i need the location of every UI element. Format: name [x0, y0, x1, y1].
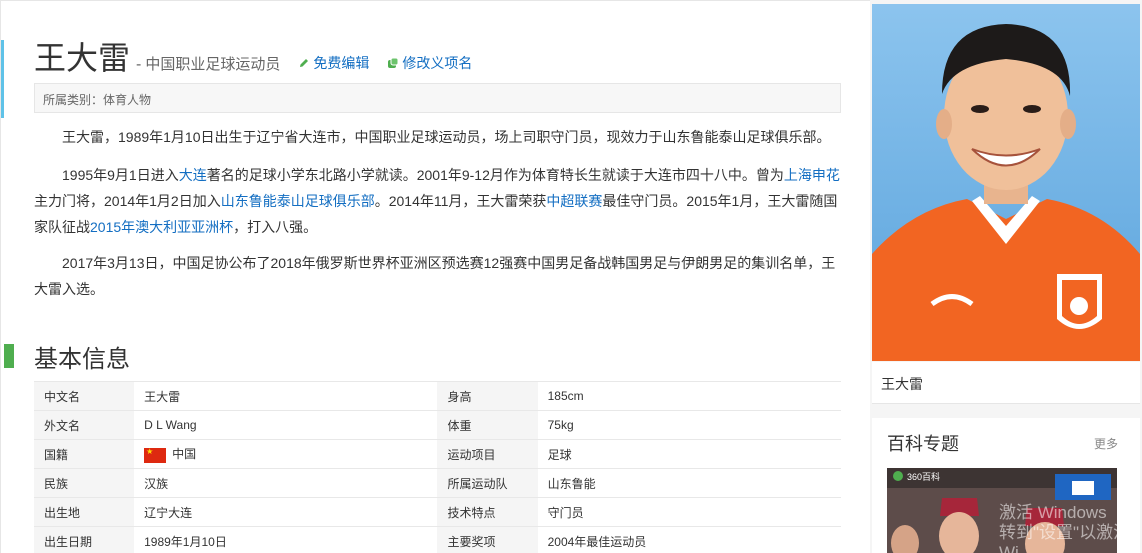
info-row: 国籍 中国 运动项目 足球 [34, 439, 841, 469]
topic-badge: 360百科 [907, 472, 941, 482]
info-key-text: 国籍 [44, 447, 69, 462]
rename-icon [388, 57, 399, 68]
main-content: 王大雷 - 中国职业足球运动员 免费编辑 修改义项名 所属类别：体育人物 王大雷… [0, 0, 870, 553]
watermark-line-2: 转到"设置"以激活 Wi [999, 523, 1131, 553]
info-value-text: 辽宁大连 [144, 505, 193, 520]
info-value-text: 山东鲁能 [547, 476, 596, 491]
basic-info-table: 中文名 王大雷 身高 185cm 外文名 D L Wang 体重 75kg 国籍 中国 运动项目 足球… [34, 381, 841, 553]
photo-caption: 王大雷 [872, 362, 1140, 404]
info-key-text: 出生地 [44, 505, 81, 520]
info-value-text: 汉族 [144, 476, 169, 491]
sidebar: 王大雷 百科专题 更多 360百科 [870, 0, 1142, 553]
page-title: 王大雷 [34, 39, 131, 77]
section-marker [4, 344, 14, 368]
info-value: 王大雷 [134, 381, 438, 411]
info-value-text: 1989年1月10日 [144, 534, 227, 549]
china-flag-icon [144, 447, 167, 463]
info-key-text: 体重 [447, 418, 472, 433]
info-key-text: 主要奖项 [447, 534, 496, 549]
p2-text-6: ，打入八强。 [233, 219, 318, 235]
windows-activation-watermark: 激活 Windows 转到"设置"以激活 Wi [999, 503, 1142, 553]
info-key-text: 所属运动队 [447, 476, 508, 491]
category-box: 所属类别：体育人物 [34, 83, 841, 113]
p2-text-2: 著名的足球小学东北路小学就读。2001年9-12月作为体育特长生就读于大连市四十… [206, 167, 784, 183]
info-row: 民族 汉族 所属运动队 山东鲁能 [34, 468, 841, 498]
title-dash: - [136, 56, 142, 73]
edit-link[interactable]: 免费编辑 [298, 53, 369, 73]
info-value: 75kg [537, 410, 841, 440]
player-photo[interactable] [872, 4, 1140, 361]
link-shanghai-shenhua[interactable]: 上海申花 [784, 167, 840, 183]
info-key-text: 身高 [447, 389, 472, 404]
info-value: 中国 [134, 439, 438, 469]
info-key: 技术特点 [437, 497, 538, 527]
rename-link[interactable]: 修改义项名 [387, 53, 472, 73]
topic-title: 百科专题 [887, 434, 959, 454]
player-photo-image [872, 4, 1140, 361]
info-value-text: 足球 [547, 447, 572, 462]
info-key: 出生地 [34, 497, 135, 527]
edit-label: 免费编辑 [313, 55, 370, 71]
info-row: 出生日期 1989年1月10日 主要奖项 2004年最佳运动员 [34, 526, 841, 553]
info-value: 山东鲁能 [537, 468, 841, 498]
title-row: 王大雷 - 中国职业足球运动员 免费编辑 修改义项名 [34, 33, 472, 79]
info-key: 外文名 [34, 410, 135, 440]
info-value: 足球 [537, 439, 841, 469]
watermark-line-1: 激活 Windows [999, 503, 1107, 522]
info-key: 所属运动队 [437, 468, 538, 498]
info-value: D L Wang [134, 410, 438, 440]
p2-text-1: 1995年9月1日进入 [62, 167, 179, 183]
info-key: 体重 [437, 410, 538, 440]
p2-text-3: 主力门将，2014年1月2日加入 [34, 193, 221, 209]
info-value-text: 75kg [547, 418, 574, 432]
info-value-text: 2004年最佳运动员 [547, 534, 647, 549]
summary-paragraph-3: 2017年3月13日，中国足协公布了2018年俄罗斯世界杯亚洲区预选赛12强赛中… [34, 255, 836, 297]
info-key: 出生日期 [34, 526, 135, 553]
summary-paragraph-1: 王大雷，1989年1月10日出生于辽宁省大连市，中国职业足球运动员，场上司职守门… [62, 129, 831, 145]
basic-info-header: 基本信息 [1, 339, 130, 373]
basic-info-title: 基本信息 [34, 345, 130, 373]
info-value-text: D L Wang [144, 418, 197, 432]
pencil-icon [300, 59, 309, 67]
info-row: 中文名 王大雷 身高 185cm [34, 381, 841, 411]
info-key-text: 运动项目 [447, 447, 496, 462]
title-description: 中国职业足球运动员 [145, 56, 281, 73]
p2-text-4: 。2014年11月，王大雷荣获 [374, 193, 547, 209]
link-asian-cup-2015[interactable]: 2015年澳大利亚亚洲杯 [90, 219, 233, 235]
info-value-text: 守门员 [547, 505, 584, 520]
info-key-text: 民族 [44, 476, 69, 491]
info-key-text: 外文名 [44, 418, 81, 433]
info-value-text: 185cm [547, 389, 584, 403]
info-key: 主要奖项 [437, 526, 538, 553]
info-value: 2004年最佳运动员 [537, 526, 841, 553]
link-shandong-luneng[interactable]: 山东鲁能泰山足球俱乐部 [221, 193, 375, 209]
rename-label: 修改义项名 [402, 55, 473, 71]
info-row: 外文名 D L Wang 体重 75kg [34, 410, 841, 440]
info-value: 辽宁大连 [134, 497, 438, 527]
info-value-text: 王大雷 [144, 389, 181, 404]
info-value: 1989年1月10日 [134, 526, 438, 553]
info-key: 身高 [437, 381, 538, 411]
info-key: 国籍 [34, 439, 135, 469]
summary-paragraph-2: 1995年9月1日进入大连著名的足球小学东北路小学就读。2001年9-12月作为… [34, 162, 841, 240]
info-key-text: 出生日期 [44, 534, 93, 549]
info-value: 汉族 [134, 468, 438, 498]
link-dalian[interactable]: 大连 [179, 167, 207, 183]
baike-page: 王大雷 - 中国职业足球运动员 免费编辑 修改义项名 所属类别：体育人物 王大雷… [0, 0, 1142, 553]
link-csl[interactable]: 中超联赛 [546, 193, 602, 209]
info-key: 中文名 [34, 381, 135, 411]
info-key-text: 技术特点 [447, 505, 496, 520]
topic-more-link[interactable]: 更多 [1094, 435, 1118, 452]
info-value-text: 中国 [172, 447, 197, 462]
info-key: 民族 [34, 468, 135, 498]
info-value: 185cm [537, 381, 841, 411]
info-key-text: 中文名 [44, 389, 81, 404]
info-key: 运动项目 [437, 439, 538, 469]
info-value: 守门员 [537, 497, 841, 527]
info-row: 出生地 辽宁大连 技术特点 守门员 [34, 497, 841, 527]
